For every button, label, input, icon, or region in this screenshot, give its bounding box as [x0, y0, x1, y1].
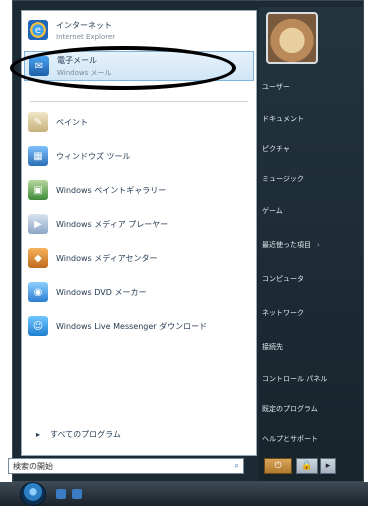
right-item-control-panel[interactable]: コントロール パネル [262, 370, 327, 388]
pinned-windows-mail[interactable]: ✉ 電子メール Windows メール [24, 51, 254, 81]
lock-button[interactable]: 🔒 [296, 458, 318, 474]
pinned-internet-explorer[interactable]: e インターネット Internet Explorer [24, 15, 254, 45]
pinned-sub: Windows メール [57, 68, 112, 77]
photo-gallery-icon: ▣ [28, 180, 48, 200]
messenger-icon: ☺ [28, 316, 48, 336]
right-item-default-programs[interactable]: 既定のプログラム [262, 400, 318, 418]
right-item-music[interactable]: ミュージック [262, 170, 304, 188]
recent-media-center[interactable]: ◆ Windows メディアセンター [24, 243, 254, 273]
right-item-pictures[interactable]: ピクチャ [262, 140, 290, 158]
recent-paint[interactable]: ✎ ペイント [24, 107, 254, 137]
internet-explorer-icon: e [28, 20, 48, 40]
quick-launch [56, 489, 82, 499]
chevron-right-icon: ▸ [325, 461, 331, 471]
power-icon: ⏻ [274, 461, 282, 471]
shutdown-options-button[interactable]: ▸ [320, 458, 336, 474]
dvd-maker-icon: ◉ [28, 282, 48, 302]
recent-label: Windows Live Messenger ダウンロード [56, 321, 208, 331]
all-programs[interactable]: ▸ すべてのプログラム [36, 429, 121, 440]
separator [30, 101, 248, 102]
start-menu-left-pane: e インターネット Internet Explorer ✉ 電子メール Wind… [21, 10, 257, 456]
right-item-games[interactable]: ゲーム [262, 202, 283, 220]
recent-messenger[interactable]: ☺ Windows Live Messenger ダウンロード [24, 311, 254, 341]
recent-label: Windows メディア プレーヤー [56, 219, 169, 229]
right-item-user[interactable]: ユーザー [262, 78, 290, 96]
pinned-sub: Internet Explorer [56, 32, 116, 41]
recent-dvd-maker[interactable]: ◉ Windows DVD メーカー [24, 277, 254, 307]
right-item-recent[interactable]: 最近使った項目 [262, 236, 320, 254]
paint-icon: ✎ [28, 112, 48, 132]
show-desktop-icon[interactable] [56, 489, 66, 499]
media-center-icon: ◆ [28, 248, 48, 268]
search-icon: ⌕ [234, 461, 239, 470]
recent-label: ウィンドウズ ツール [56, 151, 131, 161]
recent-tool[interactable]: ▦ ウィンドウズ ツール [24, 141, 254, 171]
lock-icon: 🔒 [301, 461, 313, 471]
chevron-right-icon: ▸ [36, 430, 41, 439]
right-item-network[interactable]: ネットワーク [262, 304, 304, 322]
pinned-name: 電子メール [57, 55, 97, 65]
recent-label: Windows DVD メーカー [56, 287, 147, 297]
recent-label: Windows メディアセンター [56, 253, 158, 263]
right-item-documents[interactable]: ドキュメント [262, 110, 304, 128]
start-button[interactable] [20, 482, 46, 506]
right-item-computer[interactable]: コンピュータ [262, 270, 304, 288]
avatar[interactable] [266, 12, 318, 64]
media-player-icon: ▶ [28, 214, 48, 234]
search-input[interactable]: 検索の開始 ⌕ [8, 458, 244, 474]
right-item-connect[interactable]: 接続先 [262, 338, 283, 356]
switch-windows-icon[interactable] [72, 489, 82, 499]
recent-label: ペイント [56, 117, 88, 127]
recent-label: Windows ペイントギャラリー [56, 185, 167, 195]
recent-photo-gallery[interactable]: ▣ Windows ペイントギャラリー [24, 175, 254, 205]
right-item-help[interactable]: ヘルプとサポート [262, 430, 318, 448]
power-button[interactable]: ⏻ [264, 458, 292, 474]
pinned-name: インターネット [56, 20, 112, 30]
tool-icon: ▦ [28, 146, 48, 166]
all-programs-label: すべてのプログラム [50, 430, 121, 439]
search-placeholder: 検索の開始 [13, 461, 53, 471]
recent-media-player[interactable]: ▶ Windows メディア プレーヤー [24, 209, 254, 239]
windows-mail-icon: ✉ [29, 56, 49, 76]
